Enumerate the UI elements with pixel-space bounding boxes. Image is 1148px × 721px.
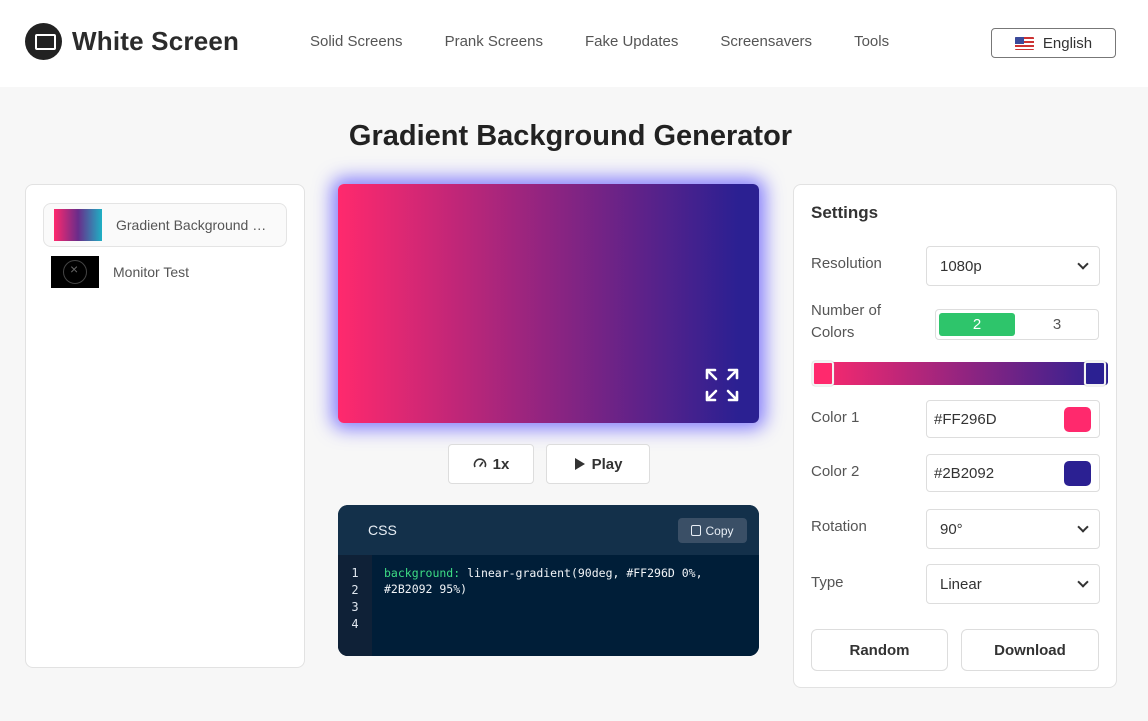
chevron-down-icon bbox=[1077, 576, 1089, 588]
rotation-label: Rotation bbox=[811, 518, 867, 535]
color1-field[interactable]: #FF296D bbox=[926, 400, 1100, 438]
color-stop-handle-1[interactable] bbox=[812, 361, 834, 386]
language-label: English bbox=[1042, 34, 1093, 52]
logo-text: White Screen bbox=[72, 26, 240, 56]
code-language: CSS bbox=[368, 522, 397, 538]
line-number: 2 bbox=[351, 583, 359, 597]
page-title: Gradient Background Generator bbox=[348, 120, 793, 152]
speed-button[interactable]: 1x bbox=[448, 444, 534, 484]
line-number: 4 bbox=[351, 617, 359, 631]
tool-label: Gradient Background Generator bbox=[116, 217, 276, 233]
color2-swatch[interactable] bbox=[1064, 461, 1091, 486]
resolution-label: Resolution bbox=[811, 255, 882, 272]
speed-label: 1x bbox=[492, 455, 510, 473]
gauge-icon bbox=[473, 458, 486, 468]
site-header: White Screen Solid Screens Prank Screens… bbox=[0, 0, 1148, 87]
copy-icon bbox=[691, 525, 702, 536]
copy-label: Copy bbox=[705, 523, 734, 538]
nav-fake-updates[interactable]: Fake Updates bbox=[585, 33, 678, 50]
line-number: 1 bbox=[351, 566, 359, 580]
main-nav: Solid Screens Prank Screens Fake Updates… bbox=[310, 33, 931, 50]
gradient-preview bbox=[338, 184, 759, 423]
resolution-select[interactable]: 1080p bbox=[926, 246, 1100, 286]
color1-label: Color 1 bbox=[811, 409, 860, 426]
color1-value: #FF296D bbox=[934, 410, 997, 428]
settings-title: Settings bbox=[811, 203, 879, 222]
line-numbers: 1 2 3 4 bbox=[338, 555, 372, 656]
color2-value: #2B2092 bbox=[934, 464, 995, 482]
code-text[interactable]: background: linear-gradient(90deg, #FF29… bbox=[384, 565, 744, 597]
css-property: background: bbox=[384, 566, 461, 580]
play-button[interactable]: Play bbox=[546, 444, 650, 484]
chevron-down-icon bbox=[1077, 258, 1089, 270]
color1-swatch[interactable] bbox=[1064, 407, 1091, 432]
rotation-value: 90° bbox=[940, 520, 963, 538]
num-colors-toggle: 2 3 bbox=[935, 309, 1099, 340]
tool-label: Monitor Test bbox=[113, 264, 189, 280]
type-select[interactable]: Linear bbox=[926, 564, 1100, 604]
code-header: CSS Copy bbox=[338, 505, 759, 555]
type-value: Linear bbox=[940, 575, 982, 593]
settings-panel: Settings Resolution 1080p Number of Colo… bbox=[793, 184, 1117, 688]
language-button[interactable]: English bbox=[991, 28, 1116, 58]
tool-list: Gradient Background Generator Monitor Te… bbox=[25, 184, 305, 668]
play-icon bbox=[574, 458, 585, 470]
line-number: 3 bbox=[351, 600, 359, 614]
color2-label: Color 2 bbox=[811, 463, 860, 480]
monitor-icon bbox=[25, 23, 62, 60]
download-button[interactable]: Download bbox=[961, 629, 1099, 671]
gradient-stop-bar[interactable] bbox=[812, 362, 1108, 385]
num-colors-option-3[interactable]: 3 bbox=[1019, 313, 1095, 336]
site-logo[interactable]: White Screen bbox=[25, 23, 239, 60]
us-flag-icon bbox=[1014, 36, 1034, 50]
tool-item-monitor-test[interactable]: Monitor Test bbox=[41, 250, 285, 294]
gradient-thumbnail bbox=[54, 209, 102, 241]
copy-button[interactable]: Copy bbox=[678, 518, 747, 543]
color-stop-handle-2[interactable] bbox=[1084, 361, 1106, 386]
color2-field[interactable]: #2B2092 bbox=[926, 454, 1100, 492]
code-body: 1 2 3 4 background: linear-gradient(90de… bbox=[338, 555, 759, 656]
nav-screensavers[interactable]: Screensavers bbox=[720, 33, 812, 50]
nav-tools[interactable]: Tools bbox=[854, 33, 889, 50]
css-code-block: CSS Copy 1 2 3 4 background: linear-grad… bbox=[338, 505, 759, 656]
random-button[interactable]: Random bbox=[811, 629, 948, 671]
nav-prank-screens[interactable]: Prank Screens bbox=[445, 33, 543, 50]
play-label: Play bbox=[591, 455, 623, 473]
num-colors-option-2[interactable]: 2 bbox=[939, 313, 1015, 336]
monitor-test-thumbnail bbox=[51, 256, 99, 288]
num-colors-label: Number of Colors bbox=[811, 302, 882, 341]
rotation-select[interactable]: 90° bbox=[926, 509, 1100, 549]
tool-item-gradient[interactable]: Gradient Background Generator bbox=[43, 203, 287, 247]
nav-solid-screens[interactable]: Solid Screens bbox=[310, 33, 403, 50]
fullscreen-icon[interactable] bbox=[704, 367, 740, 403]
chevron-down-icon bbox=[1077, 521, 1089, 533]
type-label: Type bbox=[811, 574, 844, 591]
resolution-value: 1080p bbox=[940, 257, 982, 275]
